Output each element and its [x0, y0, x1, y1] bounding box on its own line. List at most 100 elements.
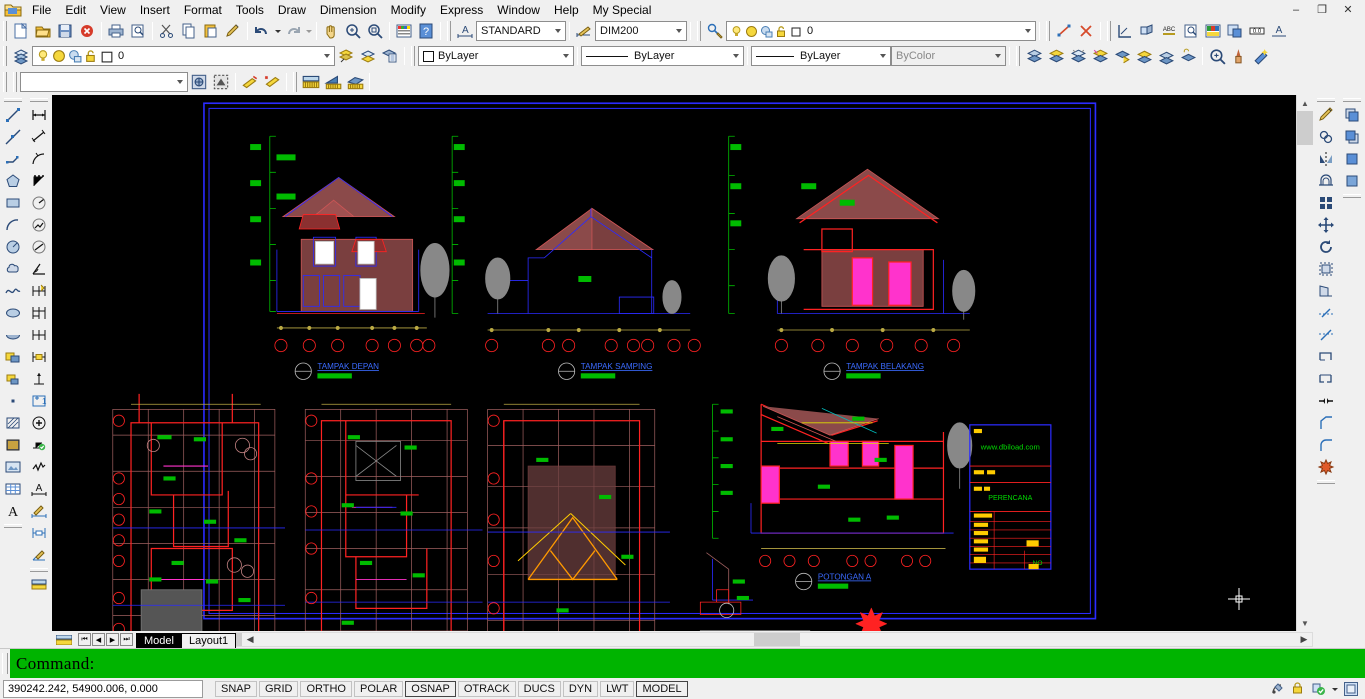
trim-icon[interactable]	[1315, 302, 1337, 324]
toolbar-grip[interactable]	[1107, 21, 1111, 41]
diameter-dimension-icon[interactable]	[28, 236, 50, 258]
save-icon[interactable]	[54, 20, 76, 42]
construction-line-icon[interactable]	[2, 126, 24, 148]
scroll-up-button[interactable]: ▲	[1297, 95, 1313, 111]
horizontal-scrollbar[interactable]: ◀ ▶	[235, 632, 1313, 647]
ortho-toggle[interactable]: ORTHO	[300, 680, 352, 697]
toolbar-grip[interactable]	[1317, 480, 1335, 484]
draworder-unlock-icon[interactable]	[1177, 45, 1199, 67]
tab-model[interactable]: Model	[136, 633, 182, 648]
spline-icon[interactable]	[2, 280, 24, 302]
dyn-toggle[interactable]: DYN	[562, 680, 599, 697]
minimize-button[interactable]: –	[1283, 2, 1309, 18]
hatch-icon[interactable]	[2, 412, 24, 434]
open-icon[interactable]	[32, 20, 54, 42]
layer-freeze-icon[interactable]	[51, 48, 67, 65]
radius-dimension-icon[interactable]	[28, 192, 50, 214]
send-below-icon[interactable]	[1341, 170, 1363, 192]
clean-screen-icon[interactable]	[1341, 680, 1361, 698]
edit-block-in-place-icon[interactable]	[188, 71, 210, 93]
toolbar-grip[interactable]	[697, 21, 701, 41]
layer-on-icon[interactable]	[729, 23, 744, 39]
pan-realtime-icon[interactable]	[320, 20, 342, 42]
layer-combo-top[interactable]: 0	[726, 21, 1036, 41]
send-to-back-icon[interactable]	[1045, 45, 1067, 67]
tray-menu-icon[interactable]	[1328, 680, 1341, 698]
add-to-working-set-icon[interactable]	[210, 71, 232, 93]
dimension-style-icon[interactable]	[573, 20, 595, 42]
plot-icon[interactable]	[105, 20, 127, 42]
dimension-update-icon[interactable]	[28, 456, 50, 478]
quick-dimension-icon[interactable]	[28, 280, 50, 302]
menu-modify[interactable]: Modify	[384, 2, 433, 18]
chamfer-icon[interactable]	[1315, 412, 1337, 434]
lwt-toggle[interactable]: LWT	[600, 680, 635, 697]
menu-insert[interactable]: Insert	[133, 2, 177, 18]
region-mass-icon[interactable]	[1136, 20, 1158, 42]
bring-to-front-icon[interactable]	[1023, 45, 1045, 67]
coordinates-display[interactable]: 390242.242, 54900.006, 0.000	[3, 679, 203, 698]
toolbar-grip[interactable]	[447, 21, 451, 41]
quick-select-icon[interactable]	[1250, 45, 1272, 67]
break-icon[interactable]	[1315, 368, 1337, 390]
restore-button[interactable]: ❐	[1309, 2, 1335, 18]
chevron-down-icon[interactable]	[728, 47, 743, 65]
chevron-down-icon[interactable]	[550, 22, 565, 40]
copy-icon[interactable]	[178, 20, 200, 42]
drawing-canvas[interactable]: TAMPAK DEPAN TAMPAK SAMPING TAMPAK BELAK…	[52, 95, 1296, 631]
vertical-scroll-track[interactable]	[1297, 145, 1313, 615]
dim-space-icon[interactable]	[28, 544, 50, 566]
chevron-down-icon[interactable]	[558, 47, 573, 65]
chevron-down-icon[interactable]	[671, 22, 686, 40]
toolbar-grip[interactable]	[3, 21, 7, 41]
line-icon[interactable]	[2, 104, 24, 126]
join-icon[interactable]	[1315, 390, 1337, 412]
discard-changes-icon[interactable]	[261, 71, 283, 93]
menu-window[interactable]: Window	[490, 2, 547, 18]
polygon-icon[interactable]	[2, 170, 24, 192]
continue-dimension-icon[interactable]	[28, 324, 50, 346]
move-icon[interactable]	[1315, 214, 1337, 236]
first-layout-icon[interactable]: ⏮	[78, 633, 91, 646]
chevron-down-icon[interactable]	[1020, 22, 1035, 40]
insert-block-icon[interactable]	[2, 346, 24, 368]
jogged-dimension-icon[interactable]	[28, 214, 50, 236]
dim-override-icon[interactable]	[28, 522, 50, 544]
send-under-object-icon[interactable]	[1133, 45, 1155, 67]
locate-point-icon[interactable]	[1114, 20, 1136, 42]
dim-aligned-icon[interactable]	[344, 71, 366, 93]
zoom-extents-icon[interactable]	[1206, 45, 1228, 67]
color-control-combo[interactable]: ByLayer	[418, 46, 574, 66]
menu-view[interactable]: View	[93, 2, 133, 18]
toolbar-grip[interactable]	[1016, 46, 1020, 66]
extend-icon[interactable]	[1315, 324, 1337, 346]
baseline-dimension-icon[interactable]	[28, 302, 50, 324]
offset-icon[interactable]	[1315, 170, 1337, 192]
vertical-scroll-thumb[interactable]	[1297, 111, 1313, 145]
dimension-text-edit-icon[interactable]	[28, 434, 50, 456]
break-at-point-icon[interactable]	[1315, 346, 1337, 368]
menu-format[interactable]: Format	[177, 2, 229, 18]
undo-dropdown-icon[interactable]	[273, 20, 282, 42]
toolbar-grip[interactable]	[30, 568, 48, 572]
toolbar-grip[interactable]	[293, 72, 297, 92]
draworder-text-icon[interactable]	[1067, 45, 1089, 67]
layer-previous-icon[interactable]	[357, 45, 379, 67]
ducs-toggle[interactable]: DUCS	[517, 680, 561, 697]
toolbar-grip[interactable]	[1343, 194, 1361, 198]
toolbar-grip[interactable]	[4, 98, 22, 102]
ordinate-dimension-icon[interactable]	[28, 170, 50, 192]
stretch-icon[interactable]	[1315, 280, 1337, 302]
previous-layout-icon[interactable]: ◀	[92, 633, 105, 646]
dimension-style-combo[interactable]: DIM200	[595, 21, 687, 41]
last-layout-icon[interactable]: ⏭	[120, 633, 133, 646]
time-icon[interactable]	[1202, 20, 1224, 42]
setvar-icon[interactable]: 0.0	[1246, 20, 1268, 42]
layer-on-icon[interactable]	[35, 48, 51, 65]
horizontal-scroll-thumb[interactable]	[754, 633, 801, 646]
bring-above-icon[interactable]	[1341, 148, 1363, 170]
layer-color-icon[interactable]	[789, 23, 804, 39]
aligned-dimension-icon[interactable]	[28, 126, 50, 148]
command-window-grip[interactable]	[2, 653, 8, 674]
revision-cloud-icon[interactable]	[2, 258, 24, 280]
